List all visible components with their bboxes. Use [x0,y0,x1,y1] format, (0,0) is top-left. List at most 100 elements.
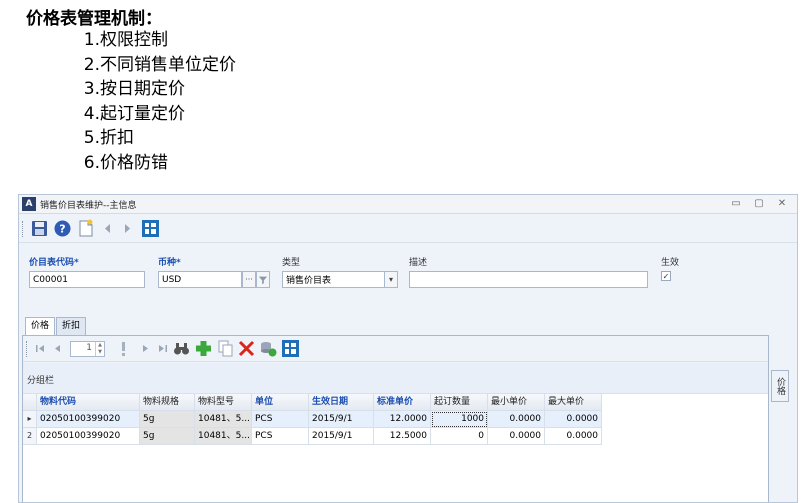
type-label: 类型 [282,258,301,268]
slide-title: 价格表管理机制： [26,9,162,29]
cell-model[interactable]: 10481、5... [195,428,252,445]
copy-row-button[interactable] [216,339,235,358]
row-indicator-header [23,394,37,411]
list-text: 不同销售单位定价 [100,54,236,75]
currency-input[interactable] [158,271,242,288]
help-button[interactable]: ? [52,218,73,239]
grid-toolbar: 1 ▲ ▼ [23,336,768,362]
column-header-standard-price[interactable]: 标准单价 [374,394,431,411]
effective-checkbox[interactable]: ✓ [661,271,671,281]
list-number: 6. [83,152,100,173]
row-indicator[interactable]: ▸ [23,411,37,428]
cell-unit[interactable]: PCS [252,411,309,428]
group-by-label: 分组栏 [27,376,55,386]
list-text: 价格防错 [100,152,168,173]
cell-unit[interactable]: PCS [252,428,309,445]
list-item: 5.折扣 [68,126,236,151]
find-button[interactable] [172,339,191,358]
next-record-button[interactable] [135,339,154,358]
list-item: 2.不同销售单位定价 [68,53,236,78]
grid-layout-button[interactable] [281,339,300,358]
toolbar-grip[interactable] [22,221,25,237]
layout-button[interactable] [140,218,161,239]
tab-strip: 价格 折扣 [22,317,794,336]
cell-standard-price[interactable]: 12.0000 [374,411,431,428]
price-grid: 物料代码 物料规格 物料型号 单位 生效日期 标准单价 起订数量 最小单价 最大… [23,394,768,502]
first-record-button[interactable] [31,339,50,358]
column-header-model[interactable]: 物料型号 [195,394,252,411]
cell-max-price[interactable]: 0.0000 [545,428,602,445]
app-logo-icon: A [22,197,36,211]
tab-price[interactable]: 价格 [25,317,55,336]
arrow-right-icon [143,345,148,352]
record-spin-buttons[interactable]: ▲ ▼ [95,342,104,356]
main-toolbar: ? [19,215,797,243]
database-refresh-icon [261,342,277,357]
currency-filter-button[interactable] [256,271,270,288]
maximize-button[interactable]: ▢ [750,197,768,211]
grid-layout-icon [282,340,299,357]
save-icon [32,221,47,236]
list-text: 按日期定价 [100,79,185,100]
effective-label: 生效 [661,258,680,268]
column-header-spec[interactable]: 物料规格 [140,394,195,411]
column-header-max-price[interactable]: 最大单价 [545,394,602,411]
cell-min-price[interactable]: 0.0000 [488,411,545,428]
spin-down-icon: ▼ [98,349,102,355]
list-text: 权限控制 [100,30,168,50]
minimize-button[interactable]: ▭ [727,197,745,211]
copy-icon [218,340,233,357]
column-header-unit[interactable]: 单位 [252,394,309,411]
group-by-panel[interactable]: 分组栏 [23,363,768,394]
cell-item-code[interactable]: 02050100399020 [37,411,140,428]
price-list-code-input[interactable] [29,271,145,288]
cell-standard-price[interactable]: 12.5000 [374,428,431,445]
price-list-code-label: 价目表代码* [29,258,79,268]
new-document-button[interactable] [75,218,96,239]
cell-item-code[interactable]: 02050100399020 [37,428,140,445]
new-document-icon [79,219,93,237]
column-header-min-price[interactable]: 最小单价 [488,394,545,411]
tab-discount[interactable]: 折扣 [56,317,86,335]
cell-max-price[interactable]: 0.0000 [545,411,602,428]
last-record-button[interactable] [153,339,172,358]
type-select[interactable] [282,271,385,288]
cell-effective-date[interactable]: 2015/9/1 [309,411,374,428]
cell-min-price[interactable]: 0.0000 [488,428,545,445]
help-icon: ? [54,220,71,237]
add-row-button[interactable] [194,339,213,358]
next-record-button[interactable] [116,218,137,239]
delete-x-icon [238,340,255,357]
list-text: 起订量定价 [100,103,185,124]
feature-list: 1.权限控制 2.不同销售单位定价 3.按日期定价 4.起订量定价 5.折扣 6… [68,28,236,176]
exclamation-icon [122,342,125,356]
marker-button[interactable] [114,339,133,358]
side-panel-tab-price[interactable]: 价格 [771,370,789,402]
cell-effective-date[interactable]: 2015/9/1 [309,428,374,445]
last-page-icon [159,345,167,352]
column-header-effective-date[interactable]: 生效日期 [309,394,374,411]
cell-spec[interactable]: 5g [140,411,195,428]
save-button[interactable] [29,218,50,239]
refresh-button[interactable] [259,339,278,358]
close-button[interactable]: ✕ [773,197,791,211]
svg-text:?: ? [59,223,65,236]
delete-row-button[interactable] [237,339,256,358]
column-header-min-order-qty[interactable]: 起订数量 [431,394,488,411]
binoculars-icon [174,343,189,355]
cell-spec[interactable]: 5g [140,428,195,445]
column-header-item-code[interactable]: 物料代码 [37,394,140,411]
cell-min-order-qty[interactable]: 0 [431,428,488,445]
currency-label: 币种* [158,258,181,268]
cell-min-order-qty[interactable]: 1000 [431,411,488,428]
row-indicator[interactable]: 2 [23,428,37,445]
type-dropdown-button[interactable]: ▾ [384,271,398,288]
currency-lookup-button[interactable]: ··· [242,271,256,288]
first-page-icon [36,345,44,352]
prev-record-button[interactable] [49,339,68,358]
description-input[interactable] [409,271,648,288]
cell-model[interactable]: 10481、5... [195,411,252,428]
list-number: 2. [83,54,100,75]
list-item: 3.按日期定价 [68,77,236,102]
toolbar-grip[interactable] [26,341,29,357]
